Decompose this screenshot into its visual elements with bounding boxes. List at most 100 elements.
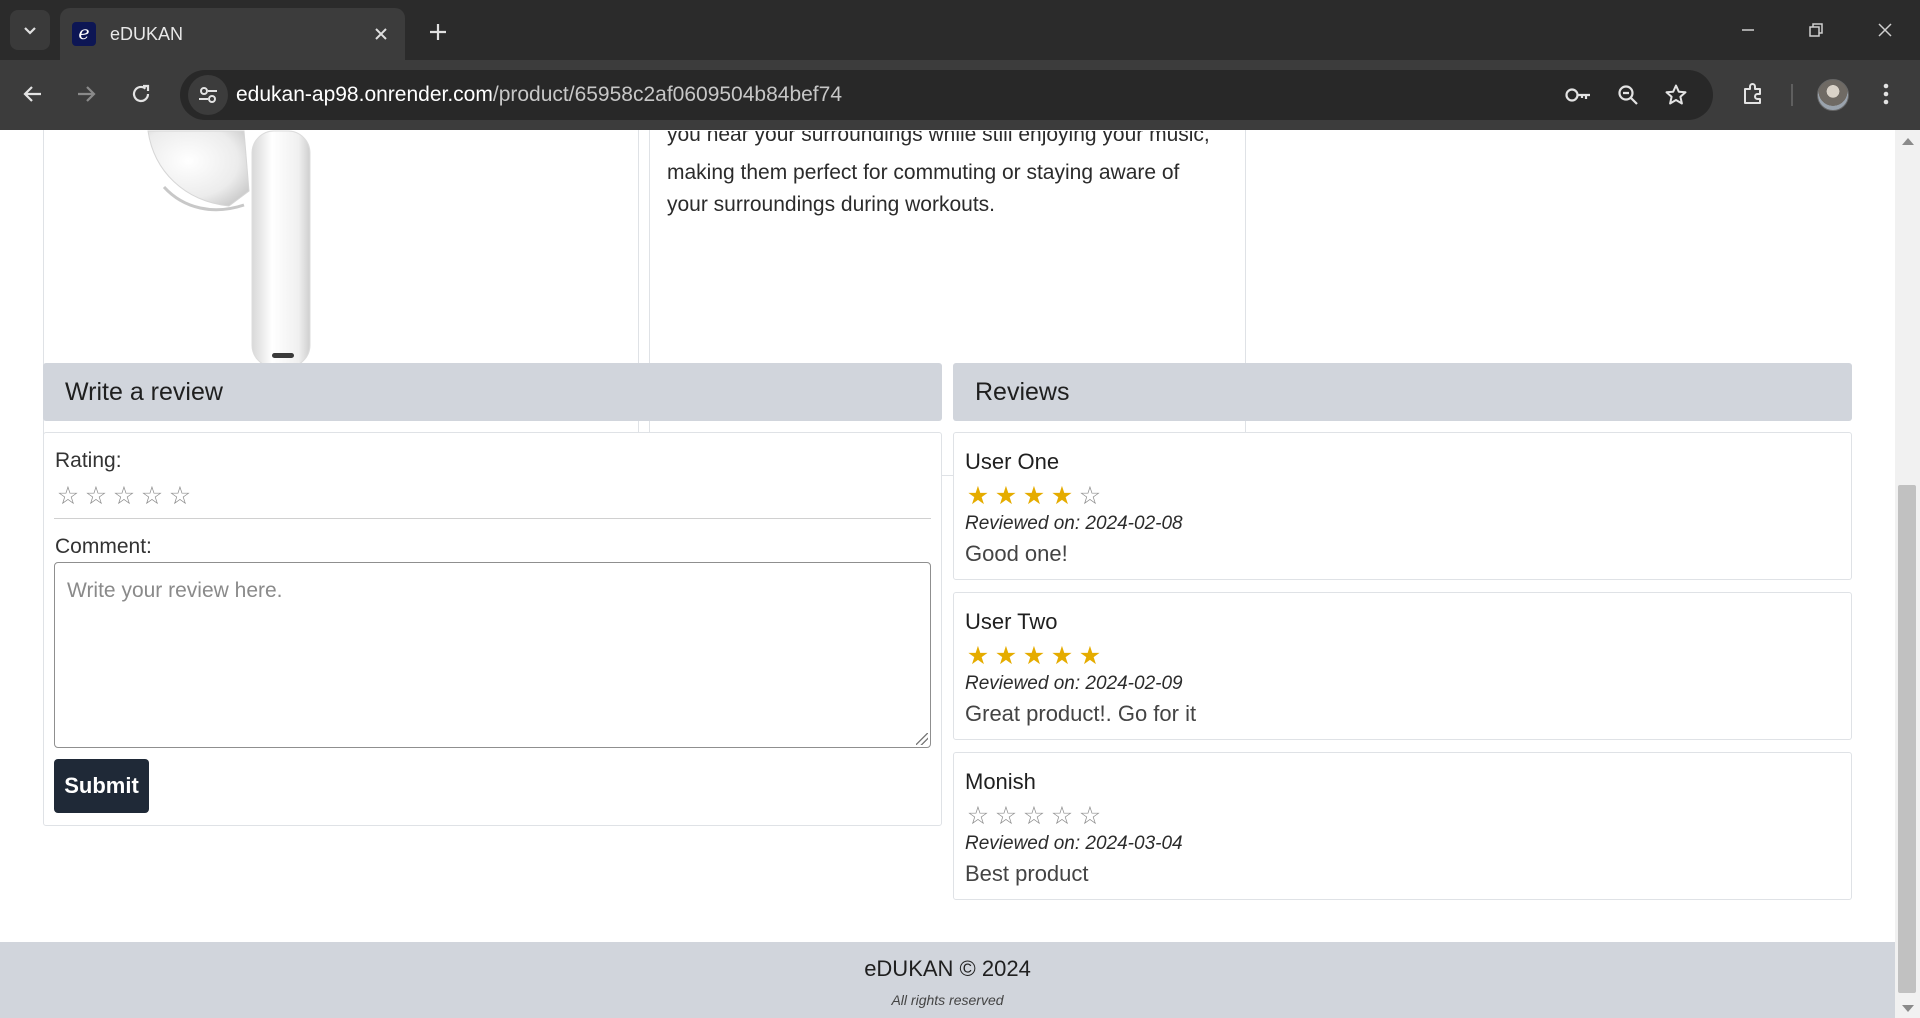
star-filled-icon: ★ <box>966 482 990 510</box>
browser-tab-strip: e eDUKAN <box>0 0 1920 60</box>
tab-title: eDUKAN <box>110 23 184 44</box>
tab-close-button[interactable] <box>369 22 393 46</box>
zoom-button[interactable] <box>1610 77 1646 113</box>
rating-label: Rating: <box>55 449 122 472</box>
profile-avatar[interactable] <box>1817 79 1849 111</box>
star-empty-icon: ☆ <box>966 802 990 830</box>
restore-icon <box>1809 23 1823 37</box>
review-comment: Best product <box>965 861 1089 886</box>
review-date: Reviewed on: 2024-03-04 <box>965 833 1183 854</box>
product-image-card <box>43 130 639 476</box>
reviewer-name: User Two <box>965 609 1058 634</box>
submit-button[interactable]: Submit <box>54 759 149 813</box>
arrow-left-icon <box>23 86 41 102</box>
product-description: you hear your surroundings while still e… <box>667 131 1227 221</box>
tab-search-button[interactable] <box>10 10 50 50</box>
description-line: your surroundings during workouts. <box>667 193 996 216</box>
page-footer: eDUKAN © 2024 All rights reserved <box>0 942 1895 1018</box>
window-restore-button[interactable] <box>1793 10 1839 50</box>
scroll-up-arrow[interactable] <box>1902 138 1914 145</box>
rating-input[interactable]: ☆ ☆ ☆ ☆ ☆ <box>54 483 194 509</box>
page-viewport: you hear your surroundings while still e… <box>0 130 1895 1018</box>
star-outline-icon <box>1665 84 1687 105</box>
browser-menu-button[interactable] <box>1866 74 1906 114</box>
zoom-icon <box>1618 85 1638 105</box>
star-filled-icon: ★ <box>1050 482 1074 510</box>
star-empty-icon: ☆ <box>1022 802 1046 830</box>
site-favicon-icon: e <box>72 22 96 46</box>
review-item: User One ★ ★ ★ ★ ☆ Reviewed on: 2024-02-08 G… <box>953 432 1852 580</box>
address-bar[interactable]: edukan-ap98.onrender.com/product/65958c2… <box>180 70 1713 120</box>
site-info-button[interactable] <box>188 75 228 115</box>
product-image <box>147 130 311 368</box>
url-path: /product/65958c2af0609504b84bef74 <box>492 83 843 106</box>
comment-textarea[interactable] <box>54 562 931 748</box>
bookmark-star-button[interactable] <box>1658 77 1694 113</box>
star-filled-icon: ★ <box>994 642 1018 670</box>
footer-copyright: eDUKAN © 2024 <box>864 956 1031 981</box>
star-filled-icon: ★ <box>1022 482 1046 510</box>
reviewer-name: User One <box>965 449 1060 474</box>
star-empty-icon[interactable]: ☆ <box>138 483 166 509</box>
footer-rights: All rights reserved <box>891 992 1004 1008</box>
key-icon <box>1565 88 1590 102</box>
extensions-button[interactable] <box>1733 74 1773 114</box>
url-host: edukan-ap98.onrender.com <box>236 83 493 106</box>
close-icon <box>375 28 387 40</box>
review-rating: ★ ★ ★ ★ ☆ <box>964 483 1104 509</box>
password-key-button[interactable] <box>1560 77 1596 113</box>
minimize-icon <box>1742 29 1754 31</box>
scroll-down-arrow[interactable] <box>1902 1005 1914 1012</box>
arrow-right-icon <box>78 86 96 102</box>
product-description-card: you hear your surroundings while still e… <box>649 130 1246 476</box>
form-divider <box>54 518 931 519</box>
star-filled-icon: ★ <box>1078 642 1102 670</box>
star-empty-icon[interactable]: ☆ <box>166 483 194 509</box>
plus-icon <box>430 24 446 40</box>
review-rating: ★ ★ ★ ★ ★ <box>964 643 1104 669</box>
reload-button[interactable] <box>121 74 161 114</box>
scrollbar-thumb[interactable] <box>1898 485 1916 993</box>
star-empty-icon[interactable]: ☆ <box>110 483 138 509</box>
star-filled-icon: ★ <box>1050 642 1074 670</box>
write-review-header: Write a review <box>43 363 942 421</box>
star-filled-icon: ★ <box>994 482 1018 510</box>
new-tab-button[interactable] <box>420 14 456 50</box>
puzzle-icon <box>1744 83 1761 104</box>
star-empty-icon: ☆ <box>1078 802 1102 830</box>
browser-tab-active[interactable]: e eDUKAN <box>60 8 405 60</box>
browser-toolbar: edukan-ap98.onrender.com/product/65958c2… <box>0 60 1920 130</box>
star-filled-icon: ★ <box>966 642 990 670</box>
more-vertical-icon <box>1883 83 1889 105</box>
star-empty-icon: ☆ <box>1078 482 1102 510</box>
review-date: Reviewed on: 2024-02-09 <box>965 673 1183 694</box>
page-scrollbar[interactable] <box>1895 130 1920 1018</box>
star-empty-icon: ☆ <box>1050 802 1074 830</box>
review-item: User Two ★ ★ ★ ★ ★ Reviewed on: 2024-02-09 G… <box>953 592 1852 740</box>
review-item: Monish ☆ ☆ ☆ ☆ ☆ Reviewed on: 2024-03-04 Bes… <box>953 752 1852 900</box>
star-empty-icon[interactable]: ☆ <box>82 483 110 509</box>
star-filled-icon: ★ <box>1022 642 1046 670</box>
chevron-down-icon <box>24 27 36 35</box>
reviewer-name: Monish <box>965 769 1036 794</box>
review-date: Reviewed on: 2024-02-08 <box>965 513 1183 534</box>
comment-label: Comment: <box>55 535 152 558</box>
reload-icon <box>132 84 150 103</box>
url-text[interactable]: edukan-ap98.onrender.com/product/65958c2… <box>236 83 842 107</box>
back-button[interactable] <box>13 74 53 114</box>
close-icon <box>1878 23 1892 37</box>
description-line: you hear your surroundings while still e… <box>667 131 1210 146</box>
review-comment: Good one! <box>965 541 1068 566</box>
window-close-button[interactable] <box>1862 10 1908 50</box>
star-empty-icon: ☆ <box>994 802 1018 830</box>
star-empty-icon[interactable]: ☆ <box>54 483 82 509</box>
review-comment: Great product!. Go for it <box>965 701 1197 726</box>
textarea-resize-handle[interactable] <box>916 733 928 745</box>
forward-button[interactable] <box>66 74 106 114</box>
description-line: making them perfect for commuting or sta… <box>667 161 1180 184</box>
window-minimize-button[interactable] <box>1725 10 1771 50</box>
tune-icon <box>199 87 217 103</box>
reviews-header: Reviews <box>953 363 1852 421</box>
review-rating: ☆ ☆ ☆ ☆ ☆ <box>964 803 1104 829</box>
toolbar-separator <box>1791 84 1793 106</box>
